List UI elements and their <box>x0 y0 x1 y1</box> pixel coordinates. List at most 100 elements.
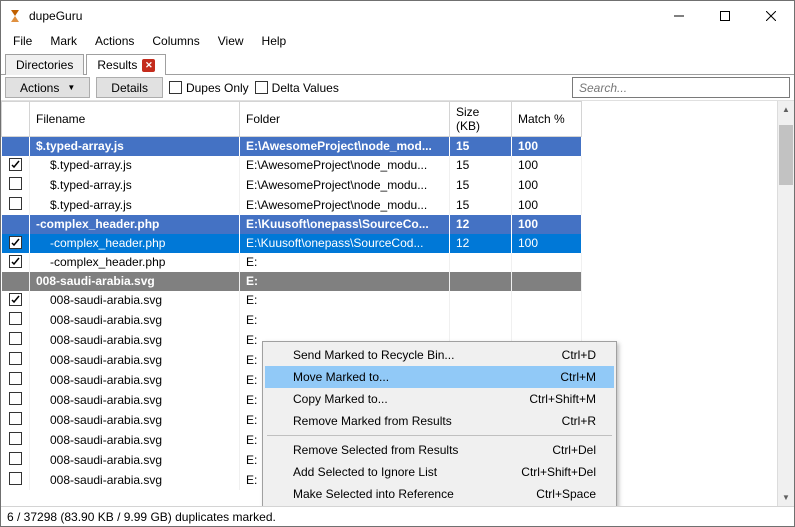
cell-match: 100 <box>512 195 582 215</box>
scroll-up-icon: ▲ <box>778 101 794 118</box>
search-input[interactable]: Search... <box>572 77 790 98</box>
table-row[interactable]: $.typed-array.jsE:\AwesomeProject\node_m… <box>2 195 582 215</box>
context-item[interactable]: Add Selected to Ignore ListCtrl+Shift+De… <box>265 461 614 483</box>
actions-dropdown[interactable]: Actions <box>5 77 90 98</box>
table-row[interactable]: -complex_header.php E:\Kuusoft\onepass\So… <box>2 215 582 234</box>
menu-file[interactable]: File <box>5 32 40 50</box>
cell-match: 100 <box>512 234 582 253</box>
col-filename[interactable]: Filename <box>30 102 240 137</box>
results-table-wrapper: FilenameFolderSize (KB)Match % $.typed-a… <box>1 101 794 506</box>
cell-size: 15 <box>450 195 512 215</box>
row-checkbox[interactable] <box>9 452 22 465</box>
delta-values-checkbox[interactable]: Delta Values <box>255 81 339 95</box>
row-checkbox[interactable] <box>9 293 22 306</box>
menu-help[interactable]: Help <box>254 32 295 50</box>
menu-mark[interactable]: Mark <box>42 32 85 50</box>
table-row[interactable]: $.typed-array.js E:\AwesomeProject\node_m… <box>2 175 582 195</box>
menu-actions[interactable]: Actions <box>87 32 142 50</box>
context-shortcut: Ctrl+M <box>560 370 596 384</box>
context-shortcut: Ctrl+D <box>562 348 596 362</box>
close-button[interactable] <box>748 1 794 31</box>
cell-size <box>450 272 512 291</box>
cell-size: 15 <box>450 156 512 175</box>
col-size-kb-[interactable]: Size (KB) <box>450 102 512 137</box>
cell-folder: E:\AwesomeProject\node_mod... <box>240 137 450 156</box>
cell-filename: -complex_header.php <box>36 255 165 269</box>
cell-filename: -complex_header.php <box>36 217 159 231</box>
context-shortcut: Ctrl+Shift+Del <box>521 465 596 479</box>
status-bar: 6 / 37298 (83.90 KB / 9.99 GB) duplicate… <box>1 506 794 526</box>
cell-size: 12 <box>450 215 512 234</box>
actions-label: Actions <box>20 81 59 95</box>
tab-results[interactable]: Results ✕ <box>86 54 166 75</box>
details-label: Details <box>111 81 148 95</box>
table-row[interactable]: $.typed-array.jsE:\AwesomeProject\node_m… <box>2 156 582 175</box>
context-item[interactable]: Move Marked to...Ctrl+M <box>265 366 614 388</box>
table-row[interactable]: 008-saudi-arabia.svgE: <box>2 272 582 291</box>
toolbar: Actions Details Dupes Only Delta Values … <box>1 75 794 101</box>
row-checkbox[interactable] <box>9 312 22 325</box>
row-checkbox[interactable] <box>9 372 22 385</box>
scroll-down-icon: ▼ <box>778 489 794 506</box>
vertical-scrollbar[interactable]: ▲ ▼ <box>777 101 794 506</box>
details-button[interactable]: Details <box>96 77 163 98</box>
cell-folder: E:\AwesomeProject\node_modu... <box>240 175 450 195</box>
cell-filename: 008-saudi-arabia.svg <box>36 373 162 387</box>
row-checkbox[interactable] <box>9 197 22 210</box>
table-row[interactable]: 008-saudi-arabia.svgE: <box>2 291 582 310</box>
cell-match <box>512 272 582 291</box>
row-checkbox[interactable] <box>9 432 22 445</box>
context-menu: Send Marked to Recycle Bin...Ctrl+DMove … <box>262 341 617 506</box>
row-checkbox[interactable] <box>9 236 22 249</box>
dupes-only-checkbox[interactable]: Dupes Only <box>169 81 249 95</box>
table-row[interactable]: -complex_header.phpE:\Kuusoft\onepass\So… <box>2 234 582 253</box>
menu-columns[interactable]: Columns <box>144 32 207 50</box>
table-row[interactable]: 008-saudi-arabia.svg E: <box>2 310 582 330</box>
context-item[interactable]: Remove Marked from ResultsCtrl+R <box>265 410 614 432</box>
minimize-button[interactable] <box>656 1 702 31</box>
window-title: dupeGuru <box>29 9 82 23</box>
cell-folder: E: <box>240 272 450 291</box>
context-item[interactable]: Send Marked to Recycle Bin...Ctrl+D <box>265 344 614 366</box>
row-checkbox[interactable] <box>9 177 22 190</box>
cell-filename: 008-saudi-arabia.svg <box>36 313 162 327</box>
cell-size: 15 <box>450 175 512 195</box>
menu-bar: FileMarkActionsColumnsViewHelp <box>1 31 794 51</box>
cell-match: 100 <box>512 215 582 234</box>
context-label: Remove Marked from Results <box>293 414 562 428</box>
tab-label: Results <box>97 58 137 72</box>
row-checkbox[interactable] <box>9 332 22 345</box>
col-check[interactable] <box>2 102 30 137</box>
row-checkbox[interactable] <box>9 412 22 425</box>
context-item[interactable]: Remove Selected from ResultsCtrl+Del <box>265 439 614 461</box>
app-icon <box>7 8 23 24</box>
table-row[interactable]: -complex_header.phpE: <box>2 253 582 272</box>
cell-filename: -complex_header.php <box>36 236 165 250</box>
row-checkbox[interactable] <box>9 392 22 405</box>
table-row[interactable]: $.typed-array.jsE:\AwesomeProject\node_m… <box>2 137 582 156</box>
col-match-[interactable]: Match % <box>512 102 582 137</box>
col-folder[interactable]: Folder <box>240 102 450 137</box>
context-label: Copy Marked to... <box>293 392 529 406</box>
tab-directories[interactable]: Directories <box>5 54 84 75</box>
search-placeholder: Search... <box>579 81 627 95</box>
cell-size <box>450 310 512 330</box>
cell-folder: E: <box>240 310 450 330</box>
cell-filename: 008-saudi-arabia.svg <box>36 293 162 307</box>
cell-match <box>512 291 582 310</box>
maximize-button[interactable] <box>702 1 748 31</box>
row-checkbox[interactable] <box>9 472 22 485</box>
cell-filename: 008-saudi-arabia.svg <box>36 393 162 407</box>
scrollbar-thumb[interactable] <box>779 125 793 185</box>
context-shortcut: Ctrl+Del <box>552 443 596 457</box>
cell-size <box>450 291 512 310</box>
context-item[interactable]: Make Selected into ReferenceCtrl+Space <box>265 483 614 505</box>
close-tab-icon[interactable]: ✕ <box>142 59 155 72</box>
row-checkbox[interactable] <box>9 255 22 268</box>
row-checkbox[interactable] <box>9 158 22 171</box>
context-item[interactable]: Copy Marked to...Ctrl+Shift+M <box>265 388 614 410</box>
cell-folder: E:\Kuusoft\onepass\SourceCo... <box>240 215 450 234</box>
cell-filename: $.typed-array.js <box>36 178 132 192</box>
menu-view[interactable]: View <box>210 32 252 50</box>
row-checkbox[interactable] <box>9 352 22 365</box>
